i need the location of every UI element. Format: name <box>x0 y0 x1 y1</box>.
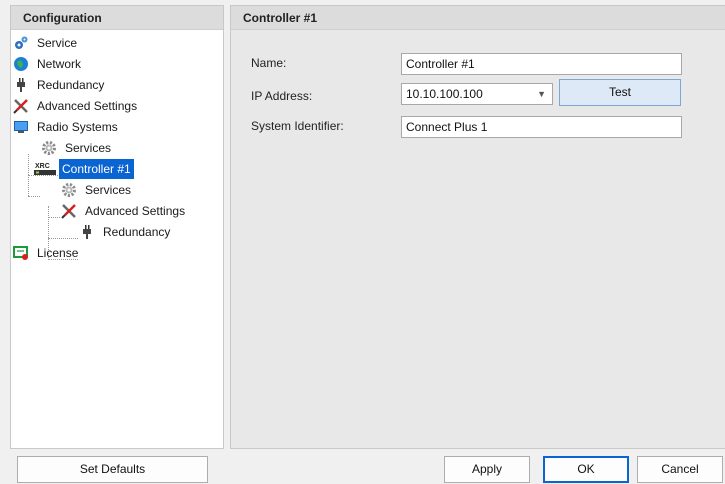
tree-item-controller-services[interactable]: Services <box>61 180 134 200</box>
wrench-screwdriver-icon <box>13 98 29 114</box>
ip-address-label: IP Address: <box>251 89 313 103</box>
tree-item-label: Service <box>37 36 78 50</box>
ip-address-value: 10.10.100.100 <box>406 87 483 101</box>
tree-item-controller-1[interactable]: XRC Controller #1 <box>33 159 134 179</box>
configuration-header: Configuration <box>11 6 223 30</box>
configuration-panel: Configuration Service Network Redundancy… <box>10 5 224 449</box>
tree-connector <box>48 217 60 218</box>
set-defaults-button[interactable]: Set Defaults <box>17 456 208 483</box>
tree-item-label: Services <box>65 141 112 155</box>
gear-icon <box>41 140 57 156</box>
plug-icon <box>79 224 95 240</box>
svg-text:XRC: XRC <box>35 163 50 170</box>
license-icon <box>13 245 29 261</box>
plug-icon <box>13 77 29 93</box>
name-label: Name: <box>251 56 287 70</box>
tree-item-label: Network <box>37 57 82 71</box>
tree-item-service[interactable]: Service <box>13 33 80 53</box>
xrc-controller-icon: XRC <box>33 161 57 177</box>
tree-item-radio-systems[interactable]: Radio Systems <box>13 117 121 137</box>
ok-button[interactable]: OK <box>543 456 629 483</box>
tree-item-label: Services <box>85 183 132 197</box>
tree-connector <box>28 175 29 196</box>
wrench-screwdriver-icon <box>61 203 77 219</box>
test-button[interactable]: Test <box>559 79 681 106</box>
tree-item-label: Redundancy <box>103 225 171 239</box>
tree-item-controller-redundancy[interactable]: Redundancy <box>79 222 173 242</box>
tree-connector <box>28 196 40 197</box>
tree-item-label: Radio Systems <box>37 120 118 134</box>
tree-item-label: Advanced Settings <box>37 99 138 113</box>
tree-item-license[interactable]: License <box>13 243 81 263</box>
tree-item-label: Redundancy <box>37 78 105 92</box>
tree-item-radio-services[interactable]: Services <box>41 138 114 158</box>
tree-item-advanced-settings[interactable]: Advanced Settings <box>13 96 140 116</box>
system-identifier-label: System Identifier: <box>251 119 344 133</box>
tree-item-label: License <box>37 246 79 260</box>
tree-connector <box>48 238 78 239</box>
tree-item-label: Controller #1 <box>59 159 134 179</box>
cancel-button[interactable]: Cancel <box>637 456 723 483</box>
apply-button[interactable]: Apply <box>444 456 530 483</box>
system-identifier-field[interactable]: Connect Plus 1 <box>401 116 682 138</box>
chevron-down-icon[interactable]: ▼ <box>537 84 546 104</box>
tree-item-label: Advanced Settings <box>85 204 186 218</box>
globe-icon <box>13 56 29 72</box>
monitor-icon <box>13 119 29 135</box>
tree-item-network[interactable]: Network <box>13 54 84 74</box>
name-field[interactable]: Controller #1 <box>401 53 682 75</box>
ip-address-combobox[interactable]: 10.10.100.100 ▼ <box>401 83 553 105</box>
tree-item-controller-advanced-settings[interactable]: Advanced Settings <box>61 201 188 221</box>
controller-detail-panel: Controller #1 Name: Controller #1 IP Add… <box>230 5 725 449</box>
tree-item-redundancy[interactable]: Redundancy <box>13 75 107 95</box>
gear-icon <box>61 182 77 198</box>
controller-header: Controller #1 <box>231 6 725 30</box>
tree-connector <box>28 154 29 175</box>
service-gears-icon <box>13 35 29 51</box>
